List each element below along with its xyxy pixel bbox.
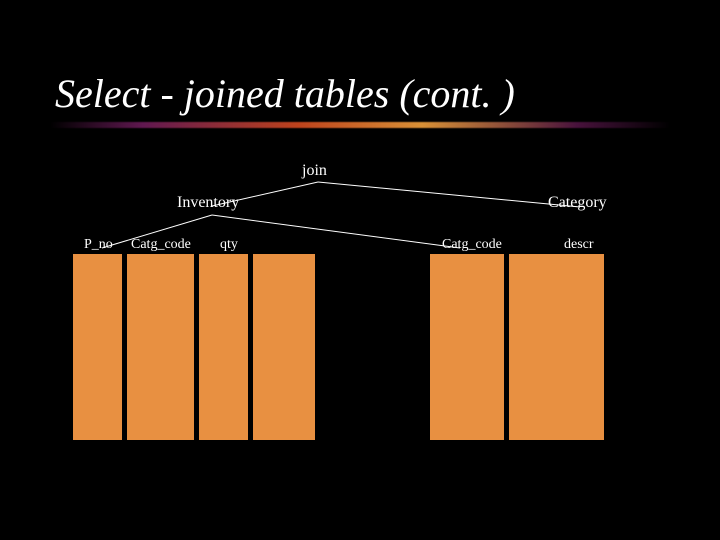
join-label: join [302,162,327,180]
right-table-name: Category [548,194,607,212]
right-col-1: Catg_code [442,237,502,253]
slide-title: Select - joined tables (cont. ) [55,70,515,117]
right-table-divider [504,254,509,440]
left-table-divider [122,254,127,440]
left-table-name: Inventory [177,194,239,212]
left-col-2: Catg_code [131,237,191,253]
left-col-3: qty [220,237,238,253]
left-table-divider [194,254,199,440]
left-table-divider [248,254,253,440]
right-col-2: descr [564,237,594,253]
left-col-1: P_no [84,237,113,253]
title-underline [50,122,670,128]
right-table-body [430,254,604,440]
